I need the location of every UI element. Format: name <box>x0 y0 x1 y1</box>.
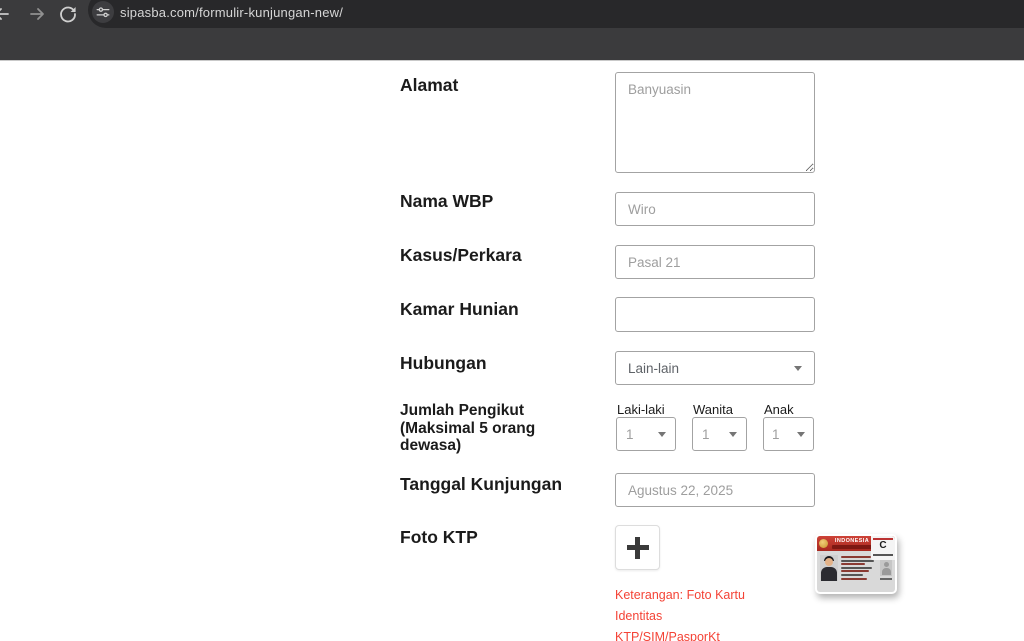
laki-laki-count-select[interactable]: 1 <box>616 417 676 451</box>
url-bar[interactable]: sipasba.com/formulir-kunjungan-new/ <box>88 0 1024 28</box>
label-tanggal-kunjungan: Tanggal Kunjungan <box>400 474 562 494</box>
label-foto-ktp: Foto KTP <box>400 527 478 547</box>
tanggal-kunjungan-input[interactable] <box>615 473 815 507</box>
upload-photo-button[interactable] <box>615 525 660 570</box>
kasus-perkara-input[interactable] <box>615 245 815 279</box>
laki-laki-count-value: 1 <box>626 427 634 442</box>
site-settings-icon[interactable] <box>92 1 114 23</box>
forward-button[interactable] <box>28 4 48 24</box>
label-jumlah-pengikut: Jumlah Pengikut (Maksimal 5 orang dewasa… <box>400 402 560 455</box>
photo-note-line1: Keterangan: Foto Kartu Identitas <box>615 585 790 627</box>
refresh-icon <box>58 4 78 24</box>
label-nama-wbp: Nama WBP <box>400 191 493 211</box>
ktp-class-letter: C <box>871 540 895 551</box>
anak-count-select[interactable]: 1 <box>763 417 814 451</box>
visit-form: Alamat Nama WBP Kasus/Perkara Kamar Huni… <box>0 61 1024 641</box>
back-arrow-icon <box>0 4 11 24</box>
ktp-portrait-photo <box>820 555 838 581</box>
ktp-class-box: C <box>871 536 895 560</box>
label-anak: Anak <box>764 402 794 417</box>
hubungan-select[interactable]: Lain-lain <box>615 351 815 385</box>
ktp-country-label: INDONESIA <box>831 538 873 544</box>
plus-icon <box>627 537 649 559</box>
hubungan-selected-value: Lain-lain <box>628 361 679 376</box>
browser-toolbar: sipasba.com/formulir-kunjungan-new/ <box>0 0 1024 61</box>
chevron-down-icon <box>658 432 666 437</box>
label-kasus-perkara: Kasus/Perkara <box>400 245 522 265</box>
url-text: sipasba.com/formulir-kunjungan-new/ <box>120 5 343 20</box>
ktp-text-lines <box>841 556 874 581</box>
chevron-down-icon <box>729 432 737 437</box>
label-hubungan: Hubungan <box>400 353 487 373</box>
back-button[interactable] <box>0 4 11 24</box>
ktp-sample-image: INDONESIA C <box>815 534 897 594</box>
ktp-subtitle-band <box>832 545 872 549</box>
nama-wbp-input[interactable] <box>615 192 815 226</box>
forward-arrow-icon <box>28 4 48 24</box>
chevron-down-icon <box>797 432 805 437</box>
wanita-count-select[interactable]: 1 <box>692 417 747 451</box>
chevron-down-icon <box>794 366 802 371</box>
anak-count-value: 1 <box>772 427 780 442</box>
alamat-textarea[interactable] <box>615 72 815 173</box>
photo-note-line2: KTP/SIM/PasporKt <box>615 627 790 641</box>
label-wanita: Wanita <box>693 402 733 417</box>
photo-note: Keterangan: Foto Kartu Identitas KTP/SIM… <box>615 585 790 641</box>
refresh-button[interactable] <box>58 4 78 24</box>
label-kamar-hunian: Kamar Hunian <box>400 299 519 319</box>
garuda-emblem-icon <box>819 539 828 548</box>
ktp-secondary-photo <box>880 560 892 576</box>
kamar-hunian-input[interactable] <box>615 297 815 332</box>
label-alamat: Alamat <box>400 75 458 95</box>
wanita-count-value: 1 <box>702 427 710 442</box>
label-laki-laki: Laki-laki <box>617 402 665 417</box>
